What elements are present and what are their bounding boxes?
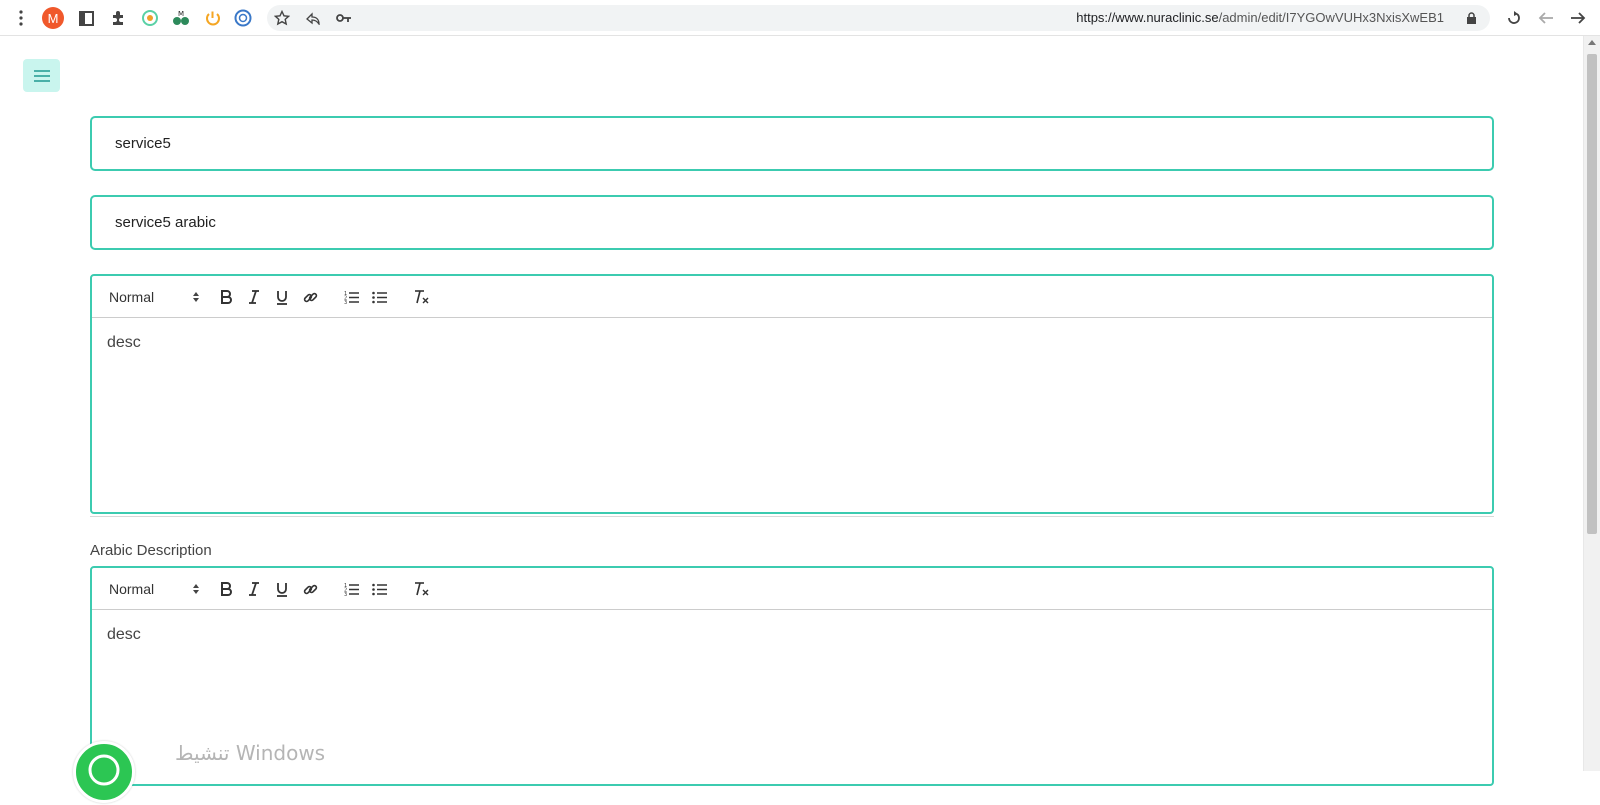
link-button[interactable] [302,286,318,308]
italic-icon [249,290,259,304]
whatsapp-icon [88,754,120,786]
bold-icon [221,582,232,596]
url-host: https://www.nuraclinic.se [1076,10,1219,25]
arabic-description-label: Arabic Description [90,542,212,559]
bold-button[interactable] [218,578,234,600]
hamburger-icon [33,69,50,82]
profile-initial: M [42,7,64,29]
extension-circle-icon[interactable] [232,7,254,29]
arabic-description-editor-content[interactable]: desc [92,610,1492,660]
bullet-list-icon [371,291,387,303]
clean-format-button[interactable] [413,578,429,600]
key-icon[interactable] [333,7,355,29]
back-icon[interactable] [1535,7,1557,29]
italic-button[interactable] [246,286,262,308]
extension-m-icon[interactable]: M [170,7,192,29]
bullet-list-icon [371,583,387,595]
browser-toolbar: M M https://www.nuraclinic.se/admin/edit… [0,0,1600,36]
link-icon [303,292,317,302]
star-icon[interactable] [271,7,293,29]
page-scrollbar[interactable] [1583,36,1600,771]
activate-windows-watermark: تنشيط Windows [175,741,326,765]
format-select[interactable]: Normal [109,578,199,600]
sidebar-icon[interactable] [75,7,97,29]
link-button[interactable] [302,578,318,600]
bold-icon [221,290,232,304]
ordered-list-icon: 123 [344,291,359,304]
extension-target-icon[interactable] [139,7,161,29]
more-vert-icon[interactable] [10,7,32,29]
power-icon[interactable] [201,7,223,29]
service-name-value: service5 [115,135,171,152]
share-icon[interactable] [302,7,324,29]
address-bar[interactable]: https://www.nuraclinic.se/admin/edit/I7Y… [267,5,1490,31]
reload-icon[interactable] [1503,7,1525,29]
profile-avatar[interactable]: M [42,7,64,29]
ordered-list-icon: 123 [344,583,359,596]
select-arrows-icon [193,584,199,594]
underline-icon [277,290,287,305]
format-select-label: Normal [109,289,155,305]
select-arrows-icon [193,292,199,302]
ordered-list-button[interactable]: 123 [343,286,359,308]
clear-format-icon [415,290,429,304]
service-arabic-name-input[interactable]: service5 arabic [90,195,1494,250]
editor-divider [90,516,1494,517]
bullet-list-button[interactable] [371,578,387,600]
underline-button[interactable] [274,286,290,308]
italic-button[interactable] [246,578,262,600]
lock-icon[interactable] [1460,7,1482,29]
url-text[interactable]: https://www.nuraclinic.se/admin/edit/I7Y… [1076,10,1444,25]
description-editor: Normal 123 desc [90,274,1494,514]
scroll-thumb[interactable] [1587,54,1597,534]
clear-format-icon [415,582,429,596]
italic-icon [249,582,259,596]
menu-toggle-button[interactable] [23,59,60,92]
arabic-description-editor-toolbar: Normal 123 [92,568,1492,610]
description-editor-toolbar: Normal 123 [92,276,1492,318]
whatsapp-button[interactable] [73,741,135,803]
extensions-icon[interactable] [107,7,129,29]
url-path: /admin/edit/I7YGOwVUHx3NxisXwEB1 [1218,10,1444,25]
description-text: desc [107,334,141,351]
bullet-list-button[interactable] [371,286,387,308]
description-editor-content[interactable]: desc [92,318,1492,368]
ordered-list-button[interactable]: 123 [343,578,359,600]
clean-format-button[interactable] [413,286,429,308]
underline-button[interactable] [274,578,290,600]
link-icon [303,584,317,594]
service-name-input[interactable]: service5 [90,116,1494,171]
svg-text:3: 3 [344,592,347,596]
svg-text:3: 3 [344,300,347,304]
scroll-up-icon[interactable] [1588,40,1596,45]
format-select-label: Normal [109,581,155,597]
svg-text:M: M [178,10,184,18]
service-arabic-name-value: service5 arabic [115,214,216,231]
underline-icon [277,582,287,597]
forward-icon[interactable] [1567,7,1589,29]
bold-button[interactable] [218,286,234,308]
arabic-description-text: desc [107,626,141,643]
format-select[interactable]: Normal [109,286,199,308]
